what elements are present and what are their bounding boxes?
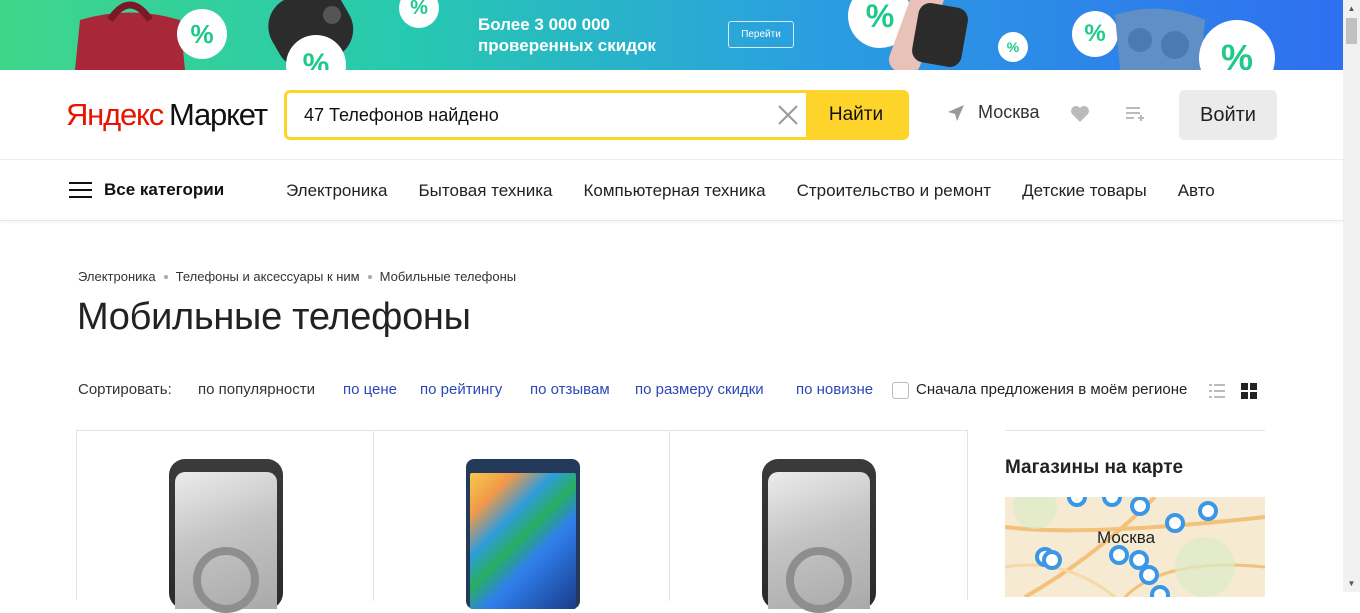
promo-line-1: Более 3 000 000 <box>478 15 611 34</box>
header: ЯндексМаркет Найти Москва Войти <box>0 70 1343 160</box>
product-grid <box>76 430 968 613</box>
logo-market: Маркет <box>169 97 268 132</box>
product-card[interactable] <box>670 431 967 613</box>
product-image[interactable] <box>762 459 877 613</box>
phone-screen <box>469 473 576 609</box>
list-view-icon[interactable] <box>1209 383 1225 399</box>
promo-banner[interactable]: % % % Более 3 000 000 проверенных скидок… <box>0 0 1343 70</box>
product-card[interactable] <box>77 431 374 613</box>
menu-icon <box>69 182 92 198</box>
location-arrow-icon <box>948 104 964 121</box>
sort-by-newness[interactable]: по новизне <box>796 381 873 398</box>
phone-ring <box>193 547 259 613</box>
sort-by-price[interactable]: по цене <box>343 381 397 398</box>
product-image[interactable] <box>465 459 580 609</box>
breadcrumb-item[interactable]: Электроника <box>78 269 156 284</box>
scroll-up-arrow-icon[interactable]: ▲ <box>1343 0 1360 17</box>
nav-item-appliances[interactable]: Бытовая техника <box>419 181 553 201</box>
logo-yandex: Яндекс <box>66 97 164 132</box>
sort-by-discount[interactable]: по размеру скидки <box>635 381 764 398</box>
phone-ring <box>786 547 853 613</box>
nav-item-electronics[interactable]: Электроника <box>286 181 388 201</box>
stores-map[interactable]: Москва <box>1005 497 1265 597</box>
find-button[interactable]: Найти <box>806 90 906 140</box>
promo-line-2: проверенных скидок <box>478 36 656 55</box>
watch-image <box>888 0 968 70</box>
logo[interactable]: Яндекс Маркет <box>66 96 268 134</box>
promo-text: Более 3 000 000 проверенных скидок <box>478 14 656 56</box>
map-title: Магазины на карте <box>1005 457 1184 478</box>
city-selector[interactable]: Москва <box>946 102 1039 123</box>
nav-item-kids[interactable]: Детские товары <box>1022 181 1147 201</box>
breadcrumb-separator <box>163 274 168 279</box>
discount-badge: % <box>177 9 227 59</box>
scrollbar-thumb[interactable] <box>1346 18 1357 44</box>
breadcrumb-separator <box>367 274 372 279</box>
close-icon[interactable] <box>777 104 799 126</box>
discount-badge: % <box>998 32 1028 62</box>
login-button[interactable]: Войти <box>1179 90 1277 140</box>
search-input[interactable] <box>287 93 807 137</box>
map-pins <box>1035 497 1218 597</box>
grid-view-icon[interactable] <box>1241 383 1257 399</box>
nav-item-auto[interactable]: Авто <box>1178 181 1215 201</box>
product-card[interactable] <box>374 431 671 609</box>
compare-list-icon[interactable] <box>1125 104 1145 124</box>
vertical-scrollbar[interactable]: ▲ ▼ <box>1343 0 1360 592</box>
breadcrumb-item[interactable]: Мобильные телефоны <box>380 269 517 284</box>
search-box: Найти <box>284 90 909 140</box>
bag-image <box>75 1 185 70</box>
all-categories-button[interactable]: Все категории <box>69 180 224 200</box>
region-checkbox-label[interactable]: Сначала предложения в моём регионе <box>916 381 1187 398</box>
promo-go-button[interactable]: Перейти <box>728 21 794 48</box>
category-nav: Все категории Электроника Бытовая техник… <box>0 160 1343 221</box>
stores-map-block: Магазины на карте Москва <box>1005 430 1265 597</box>
breadcrumb: Электроника Телефоны и аксессуары к ним … <box>78 269 516 284</box>
discount-badge: % <box>399 0 439 28</box>
nav-item-construction[interactable]: Строительство и ремонт <box>797 181 991 201</box>
sort-by-popularity[interactable]: по популярности <box>198 381 315 398</box>
breadcrumb-item[interactable]: Телефоны и аксессуары к ним <box>176 269 360 284</box>
sort-by-reviews[interactable]: по отзывам <box>530 381 610 398</box>
city-label: Москва <box>978 102 1040 122</box>
nav-item-computers[interactable]: Компьютерная техника <box>584 181 766 201</box>
product-image[interactable] <box>169 459 283 613</box>
sort-by-rating[interactable]: по рейтингу <box>420 381 502 398</box>
sort-label: Сортировать: <box>78 381 172 398</box>
region-checkbox[interactable] <box>892 382 909 399</box>
category-links: Электроника Бытовая техника Компьютерная… <box>286 181 1215 201</box>
heart-icon[interactable] <box>1069 103 1091 125</box>
page-title: Мобильные телефоны <box>77 296 471 338</box>
scroll-down-arrow-icon[interactable]: ▼ <box>1343 575 1360 592</box>
all-categories-label: Все категории <box>104 180 225 199</box>
